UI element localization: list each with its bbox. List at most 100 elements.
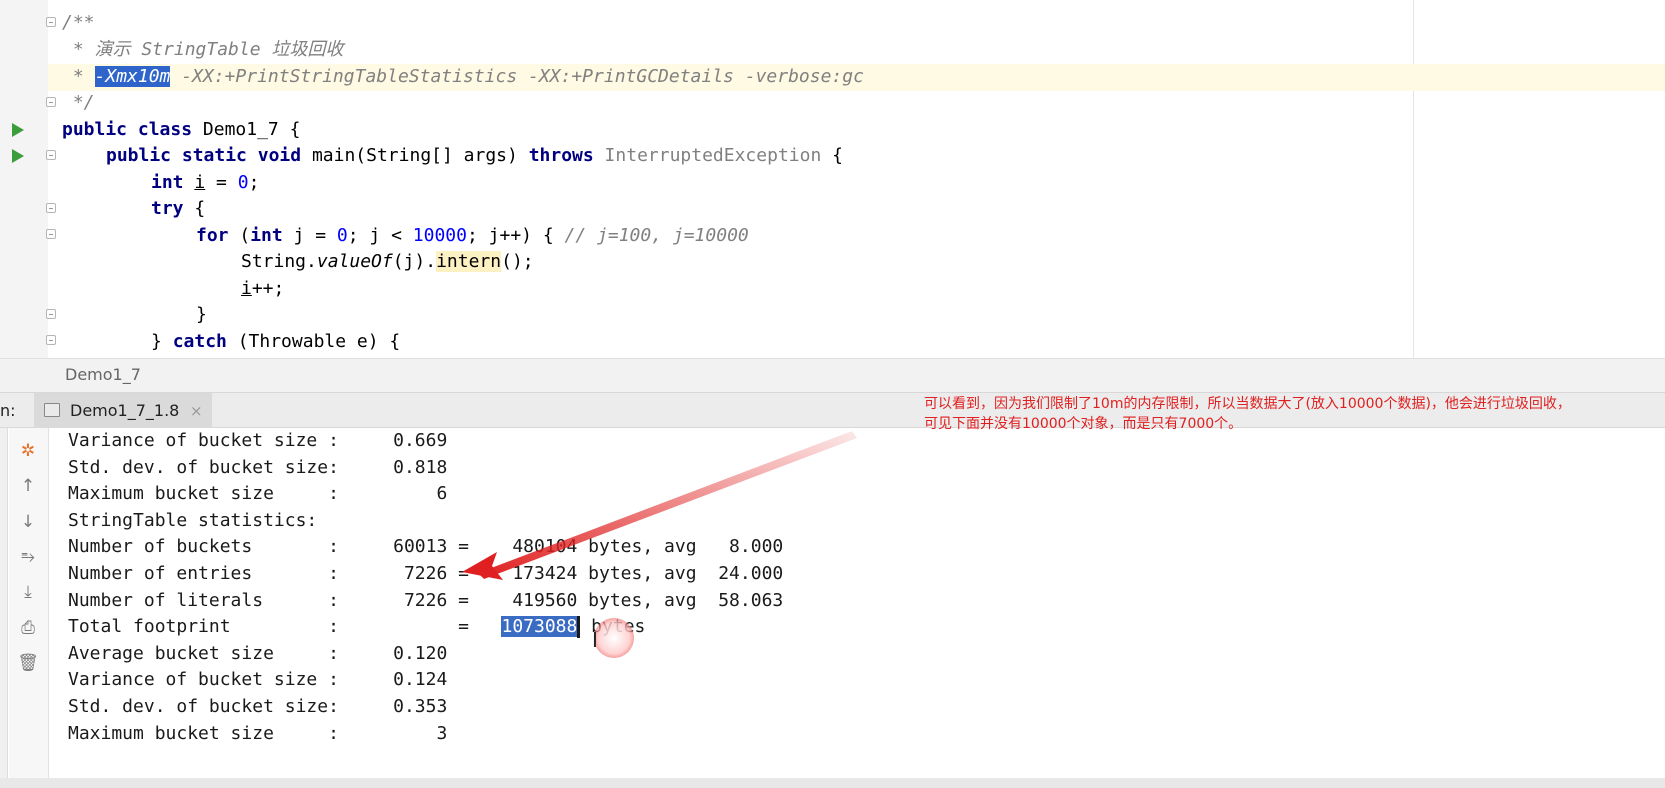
punctuation: } <box>151 331 173 352</box>
fold-marker-icon[interactable] <box>46 97 56 107</box>
keyword: public <box>106 145 172 166</box>
code-line[interactable]: * 演示 StringTable 垃圾回收 <box>62 37 344 64</box>
comment-text: * 演示 StringTable 垃圾回收 <box>62 39 344 60</box>
console-line: Maximum bucket size : 6 <box>68 483 448 505</box>
code-line[interactable]: i++; <box>241 276 284 303</box>
soft-wrap-icon[interactable]: ⥱ <box>17 546 39 568</box>
keyword: void <box>257 145 302 166</box>
comment-text: /** <box>62 12 95 33</box>
tab-run-config[interactable]: Demo1_7_1.8 × <box>34 393 212 429</box>
code-line[interactable]: } <box>196 302 207 329</box>
variable-i: i <box>194 172 206 193</box>
mouse-click-indicator <box>594 618 634 658</box>
annotation-line: 可见下面并没有10000个对象，而是只有7000个。 <box>924 416 1243 432</box>
keyword: try <box>151 198 184 219</box>
code-line[interactable]: for (int j = 0; j < 10000; j++) { // j=1… <box>196 223 749 250</box>
annotation-line: 可以看到，因为我们限制了10m的内存限制，所以当数据大了(放入10000个数据)… <box>924 396 1571 412</box>
annotation-note: 可以看到，因为我们限制了10m的内存限制，所以当数据大了(放入10000个数据)… <box>924 394 1665 434</box>
keyword: public <box>62 119 128 140</box>
bottom-scrollbar[interactable] <box>0 778 1665 788</box>
code-line[interactable]: String.valueOf(j).intern(); <box>241 249 534 276</box>
code-text: ; j++) { <box>466 225 554 246</box>
code-line[interactable]: } catch (Throwable e) { <box>151 329 400 356</box>
comment-text: * <box>62 66 95 87</box>
punctuation: (); <box>501 251 534 272</box>
fold-marker-icon[interactable] <box>46 335 56 345</box>
punctuation: = <box>205 172 238 193</box>
code-line[interactable]: public class Demo1_7 { <box>62 117 300 144</box>
code-line[interactable]: /** <box>62 10 95 37</box>
fold-marker-icon[interactable] <box>46 17 56 27</box>
code-text: (j). <box>392 251 437 272</box>
rerun-icon[interactable]: ✲ <box>17 440 39 462</box>
console-line: Average bucket size : 0.120 <box>68 642 448 664</box>
close-icon[interactable]: × <box>190 402 203 420</box>
trash-icon[interactable]: 🗑 <box>17 652 39 674</box>
scroll-to-end-icon[interactable]: ⤓ <box>17 581 39 603</box>
code-line[interactable]: public static void main(String[] args) t… <box>106 143 843 170</box>
arrow-up-icon[interactable]: ↑ <box>17 475 39 497</box>
console-line: Number of entries : 7226 = 173424 bytes,… <box>68 562 784 584</box>
keyword: throws <box>528 145 594 166</box>
class-name: Demo1_7 { <box>192 119 301 140</box>
punctuation: ( <box>228 225 251 246</box>
i-beam-cursor-icon: I <box>592 628 598 652</box>
selected-vm-option[interactable]: -Xmx10m <box>94 66 171 87</box>
breadcrumb[interactable]: Demo1_7 <box>0 358 1665 392</box>
console-line: Std. dev. of bucket size: 0.818 <box>68 456 448 478</box>
editor-gutter <box>0 0 48 358</box>
punctuation: ; <box>248 172 260 193</box>
code-editor[interactable]: /** * 演示 StringTable 垃圾回收 * -Xmx10m -XX:… <box>0 0 1665 358</box>
console-line: Variance of bucket size : 0.124 <box>68 669 448 691</box>
console-left-strip <box>0 428 8 788</box>
print-icon[interactable]: ⎙ <box>17 617 39 639</box>
run-window-label: n: <box>0 401 16 420</box>
fold-marker-icon[interactable] <box>46 309 56 319</box>
punctuation: { <box>821 145 843 166</box>
run-gutter-icon[interactable] <box>12 123 24 137</box>
fold-marker-icon[interactable] <box>46 229 56 239</box>
code-line[interactable]: int i = 0; <box>151 170 259 197</box>
arrow-down-icon[interactable]: ↓ <box>17 511 39 533</box>
keyword: int <box>250 225 283 246</box>
console-line: Std. dev. of bucket size: 0.353 <box>68 695 448 717</box>
selected-footprint-value[interactable]: 1073088 <box>501 616 578 638</box>
code-text: (Throwable e) { <box>226 331 401 352</box>
number-literal: 0 <box>336 225 348 246</box>
method-intern: intern <box>436 251 502 272</box>
console-text[interactable]: Variance of bucket size : 0.669 Std. dev… <box>68 428 783 788</box>
punctuation: } <box>196 304 207 325</box>
run-toolbar: ✲ ↑ ↓ ⥱ ⤓ ⎙ 🗑 <box>9 428 49 788</box>
fold-marker-icon[interactable] <box>46 150 56 160</box>
keyword: int <box>151 172 184 193</box>
code-text: ; j < <box>347 225 413 246</box>
comment-text: -XX:+PrintStringTableStatistics -XX:+Pri… <box>170 66 864 87</box>
code-text: String. <box>241 251 317 272</box>
static-method: valueOf <box>316 251 393 272</box>
number-literal: 0 <box>237 172 249 193</box>
code-line[interactable]: try { <box>151 196 205 223</box>
right-margin-guide <box>1413 0 1414 358</box>
console-line: Maximum bucket size : 3 <box>68 722 448 744</box>
console-line: Total footprint : = 1073088 bytes <box>68 614 783 641</box>
console-line: Number of buckets : 60013 = 480104 bytes… <box>68 536 784 558</box>
tab-label: Demo1_7_1.8 <box>70 401 180 420</box>
punctuation: { <box>183 198 206 219</box>
fold-marker-icon[interactable] <box>46 203 56 213</box>
punctuation: ++; <box>251 278 285 299</box>
console-line: Variance of bucket size : 0.669 <box>68 430 448 451</box>
code-line[interactable]: * -Xmx10m -XX:+PrintStringTableStatistic… <box>62 64 864 91</box>
java-file-icon <box>44 403 60 417</box>
code-text: j = <box>282 225 337 246</box>
breadcrumb-class[interactable]: Demo1_7 <box>65 365 141 384</box>
code-line[interactable]: */ <box>62 90 95 117</box>
console-output[interactable]: ✲ ↑ ↓ ⥱ ⤓ ⎙ 🗑 Variance of bucket size : … <box>0 428 1665 788</box>
keyword: for <box>196 225 229 246</box>
run-gutter-icon[interactable] <box>12 149 24 163</box>
comment-text: */ <box>62 92 95 113</box>
keyword: catch <box>172 331 227 352</box>
keyword: static <box>181 145 247 166</box>
footprint-label: Total footprint : = <box>68 616 502 638</box>
console-line: Number of literals : 7226 = 419560 bytes… <box>68 589 784 611</box>
